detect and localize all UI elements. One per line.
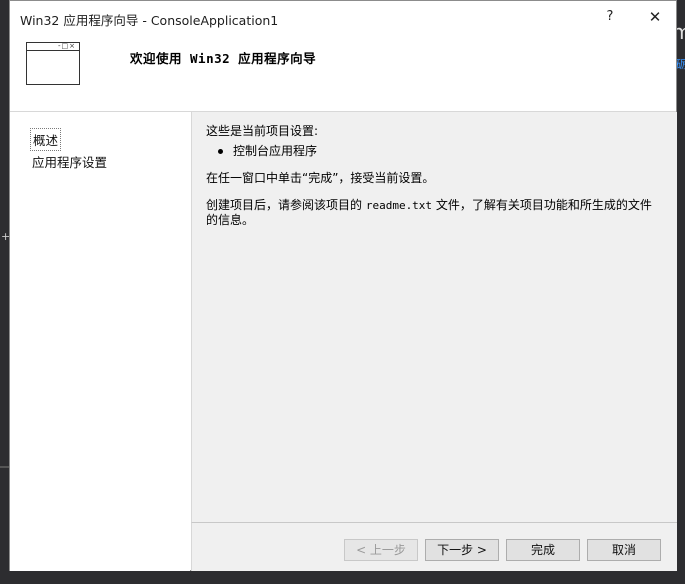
window-title: Win32 应用程序向导 - ConsoleApplication1	[20, 13, 279, 28]
window-icon-titlebar: -□×	[27, 43, 79, 51]
close-button[interactable]: ✕	[641, 5, 669, 29]
wizard-dialog: Win32 应用程序向导 - ConsoleApplication1 ? ✕ -…	[9, 0, 677, 571]
finish-hint: 在任一窗口中单击“完成”，接受当前设置。	[206, 171, 435, 185]
bullet-icon	[218, 149, 223, 154]
next-button[interactable]: 下一步 >	[425, 539, 499, 561]
content-panel: 这些是当前项目设置: 控制台应用程序 在任一窗口中单击“完成”，接受当前设置。 …	[191, 112, 677, 522]
cancel-button[interactable]: 取消	[587, 539, 661, 561]
page-title: 欢迎使用 Win32 应用程序向导	[130, 51, 317, 66]
background-link-text: 砺	[676, 58, 685, 71]
readme-text: 创建项目后，请参阅该项目的 readme.txt 文件，了解有关项目功能和所生成…	[206, 198, 661, 227]
button-bar: < 上一步 下一步 > 完成 取消	[191, 522, 677, 571]
bullet-item: 控制台应用程序	[218, 144, 678, 158]
bullet-label: 控制台应用程序	[233, 144, 318, 158]
nav-item-overview[interactable]: 概述	[30, 128, 62, 151]
nav-item-app-settings[interactable]: 应用程序设置	[30, 151, 109, 172]
title-bar[interactable]: Win32 应用程序向导 - ConsoleApplication1 ? ✕	[10, 1, 676, 34]
prev-button[interactable]: < 上一步	[344, 539, 418, 561]
window-icon-controls: -□×	[57, 42, 76, 50]
intro-text: 这些是当前项目设置:	[206, 124, 319, 138]
wizard-nav: 概述 应用程序设置	[10, 112, 190, 571]
wizard-header: -□× 欢迎使用 Win32 应用程序向导	[10, 34, 676, 112]
finish-button[interactable]: 完成	[506, 539, 580, 561]
readme-before: 创建项目后，请参阅该项目的	[206, 198, 366, 212]
window-icon: -□×	[26, 42, 80, 85]
readme-file: readme.txt	[365, 199, 433, 212]
help-button[interactable]: ?	[596, 5, 624, 29]
